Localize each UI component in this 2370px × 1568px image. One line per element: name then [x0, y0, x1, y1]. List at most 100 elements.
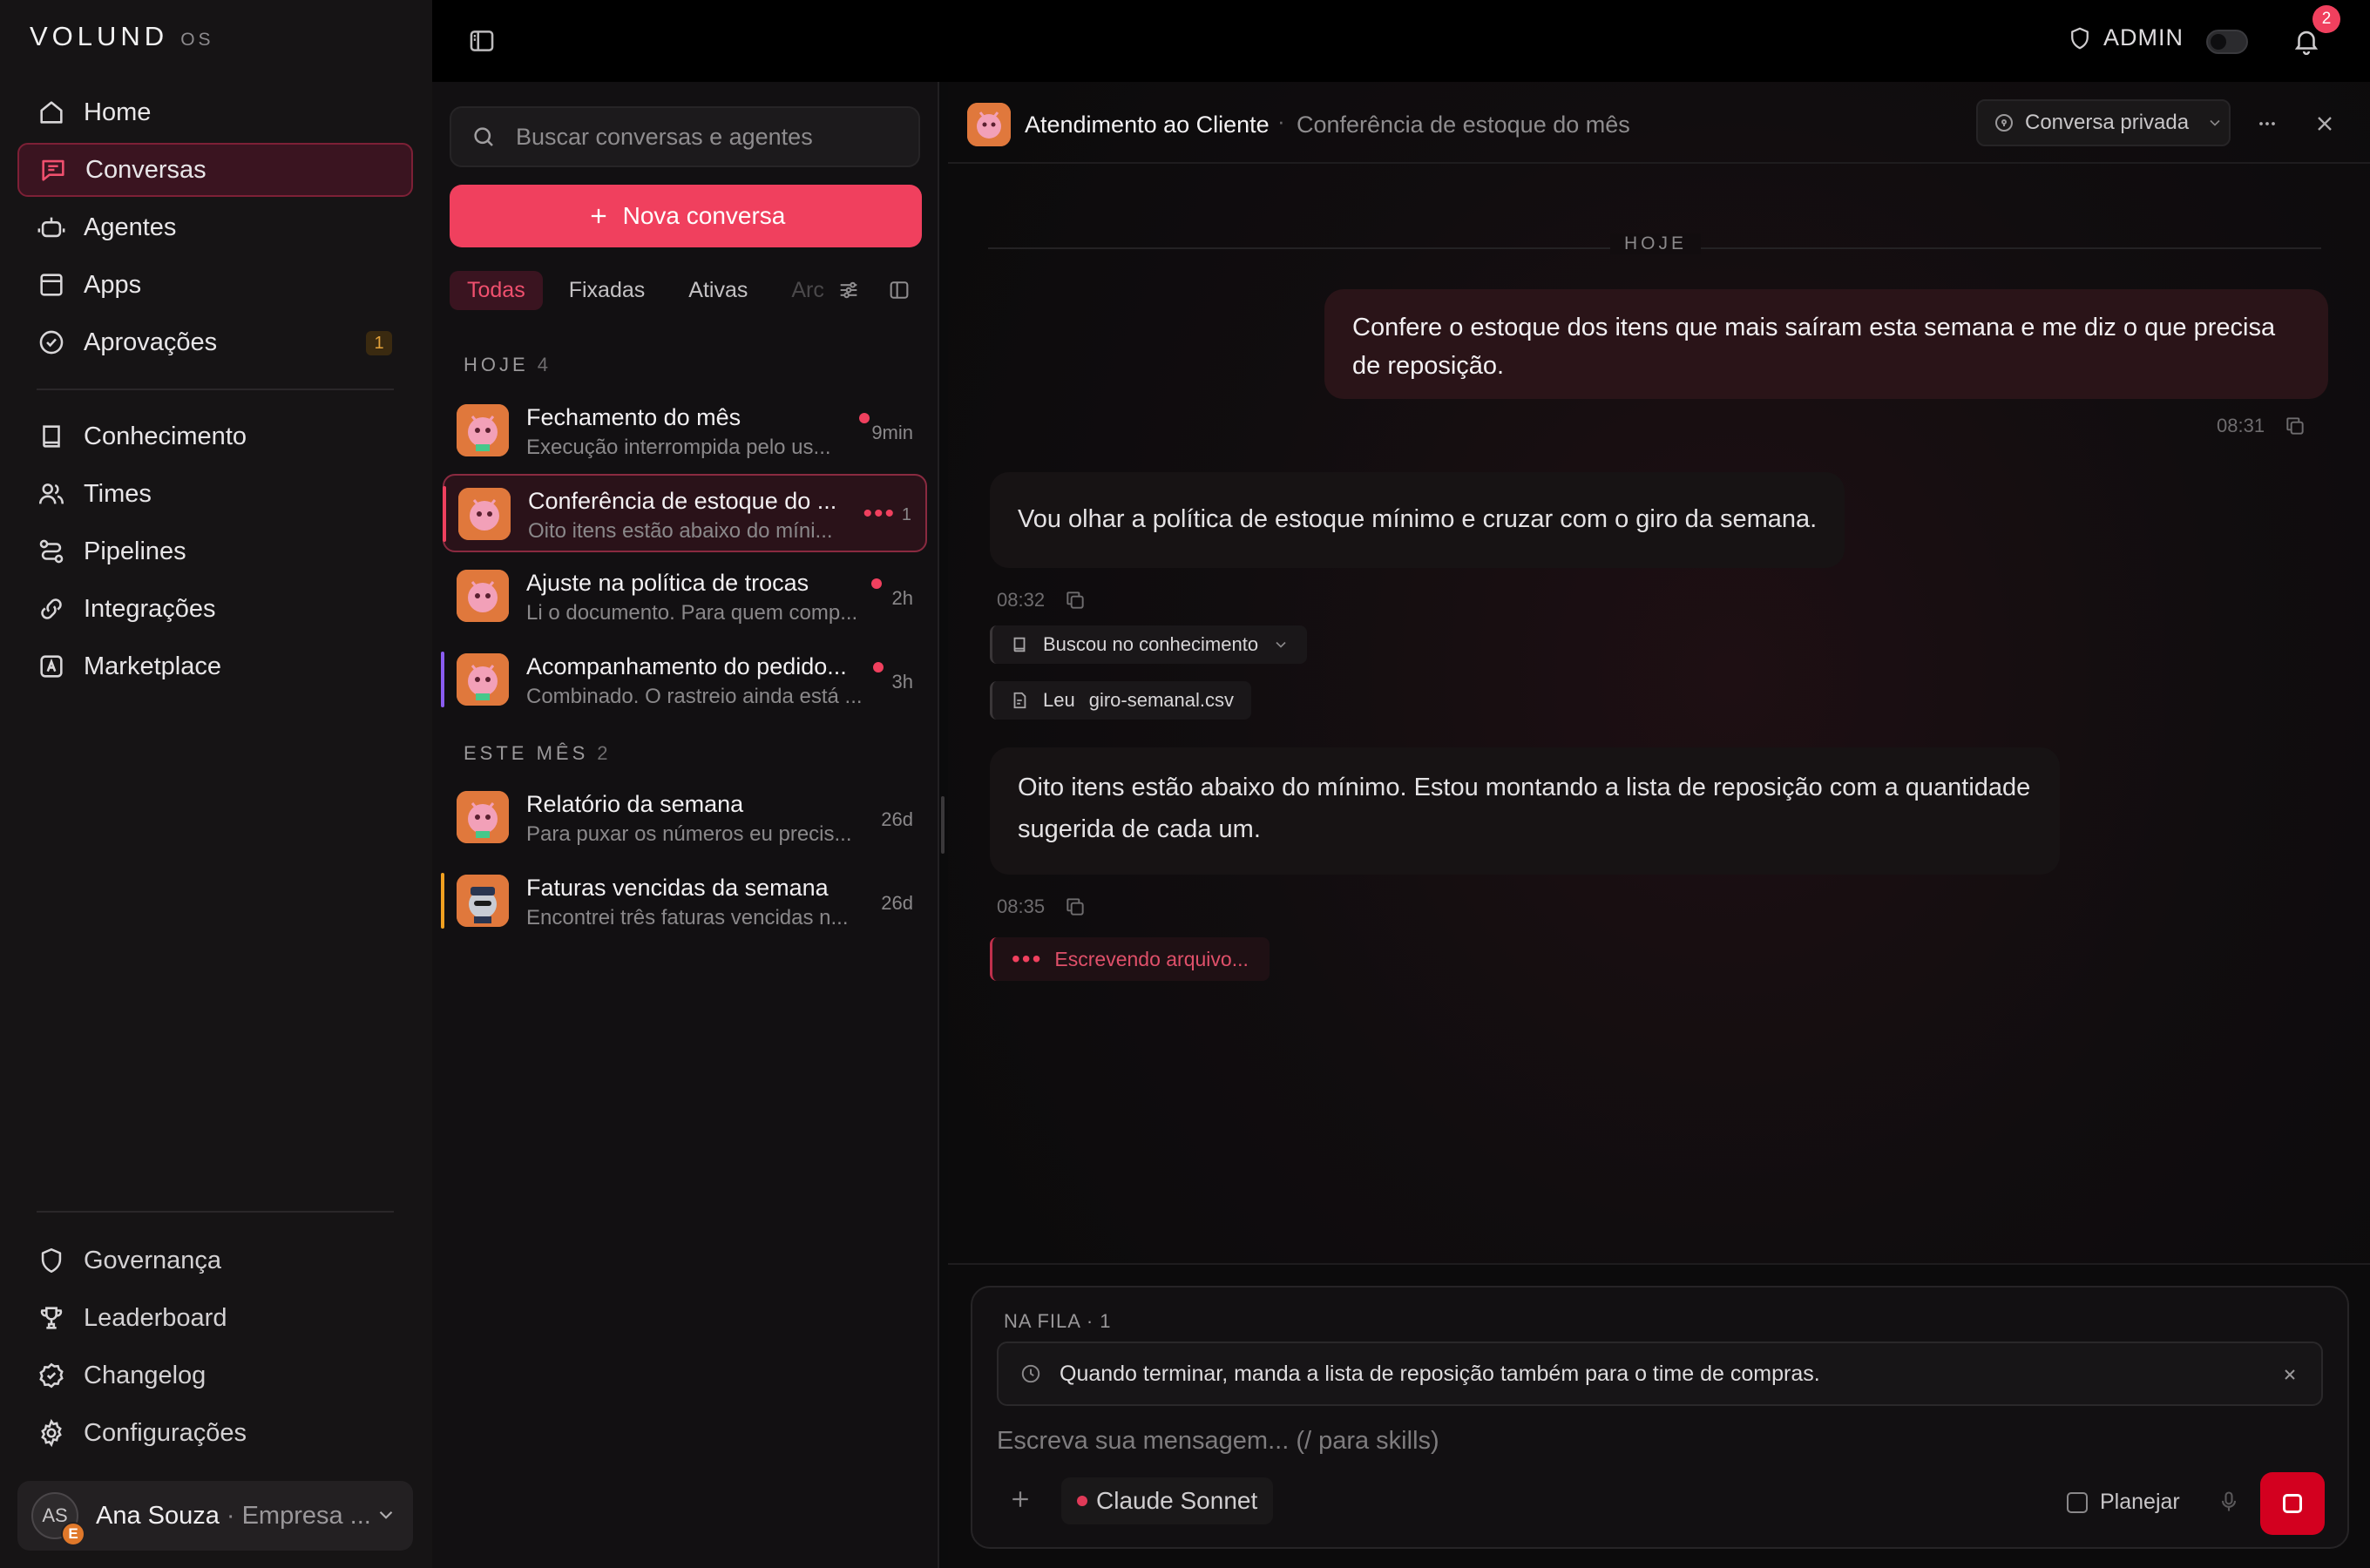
conversation-title: Relatório da semana: [526, 791, 744, 817]
message-text: Oito itens estão abaixo do mínimo. Estou…: [1018, 774, 2031, 843]
more-options-icon[interactable]: [2255, 112, 2279, 136]
message-text: Vou olhar a política de estoque mínimo e…: [1018, 505, 1818, 533]
file-icon: [1010, 691, 1029, 710]
sidebar-item-label: Conhecimento: [84, 422, 247, 450]
tab-todas[interactable]: Todas: [450, 270, 543, 310]
main-nav: Home Conversas Agentes Apps Aprovações 1: [17, 85, 413, 373]
panel-icon[interactable]: [887, 278, 911, 302]
sidebar-item-label: Marketplace: [84, 652, 221, 680]
search-box[interactable]: [450, 106, 920, 167]
checkbox[interactable]: [2067, 1491, 2088, 1513]
check-circle-icon: [37, 328, 66, 357]
user-menu[interactable]: AS E Ana Souza · Empresa ...: [17, 1481, 413, 1551]
conversation-time: 26d: [881, 892, 913, 914]
sidebar-item-configuracoes[interactable]: Configurações: [17, 1406, 413, 1460]
panel-resize-handle[interactable]: [941, 796, 945, 854]
conversation-item[interactable]: Faturas vencidas da semana Encontrei trê…: [441, 862, 927, 941]
admin-indicator[interactable]: ADMIN: [2067, 24, 2184, 51]
conversation-item[interactable]: Acompanhamento do pedido... Combinado. O…: [441, 641, 927, 720]
sidebar-item-governanca[interactable]: Governança: [17, 1233, 413, 1288]
conversation-preview: Para puxar os números eu precis...: [526, 822, 852, 846]
sidebar-item-aprovacoes[interactable]: Aprovações 1: [17, 315, 413, 369]
users-icon: [37, 479, 66, 509]
avatar: AS E: [31, 1492, 85, 1546]
stop-button[interactable]: [2260, 1472, 2325, 1535]
tool-call-knowledge-search[interactable]: Buscou no conhecimento: [990, 625, 1308, 664]
sidebar-item-pipelines[interactable]: Pipelines: [17, 524, 413, 578]
conversation-item[interactable]: Fechamento do mês Execução interrompida …: [443, 392, 927, 470]
close-icon[interactable]: [2312, 112, 2337, 136]
message-time: 08:31: [2217, 415, 2265, 436]
conversation-accent-bar: [441, 873, 444, 929]
sidebar-item-label: Aprovações: [84, 328, 218, 356]
composer: NA FILA · 1 Quando terminar, manda a lis…: [971, 1286, 2349, 1549]
plus-icon[interactable]: [1007, 1486, 1033, 1512]
sidebar-item-label: Governança: [84, 1246, 221, 1274]
new-conversation-button[interactable]: Nova conversa: [450, 185, 922, 247]
queued-message[interactable]: Quando terminar, manda a lista de reposi…: [997, 1342, 2323, 1406]
admin-mode-toggle[interactable]: [2206, 30, 2248, 54]
tab-arquivadas[interactable]: Arc: [774, 271, 842, 310]
admin-label: ADMIN: [2103, 24, 2184, 51]
plan-checkbox[interactable]: Planejar: [2067, 1490, 2180, 1515]
agent-name[interactable]: Atendimento ao Cliente: [1025, 112, 1270, 139]
message-text: Confere o estoque dos itens que mais saí…: [1352, 314, 2276, 380]
logo[interactable]: VOLUND OS: [30, 21, 214, 51]
sidebar-item-conhecimento[interactable]: Conhecimento: [17, 409, 413, 463]
sidebar-item-conversas[interactable]: Conversas: [17, 143, 413, 197]
conversation-item[interactable]: Ajuste na política de trocas Li o docume…: [443, 558, 927, 636]
search-icon: [471, 124, 497, 150]
tool-call-file: giro-semanal.csv: [1088, 689, 1234, 711]
sidebar-item-agentes[interactable]: Agentes: [17, 200, 413, 254]
unread-dot: [873, 662, 884, 672]
section-label: HOJE: [464, 354, 529, 375]
sidebar-item-label: Configurações: [84, 1418, 247, 1447]
privacy-select[interactable]: Conversa privada: [1976, 99, 2231, 146]
model-label: Claude Sonnet: [1096, 1487, 1258, 1514]
tool-call-read-file[interactable]: Leu giro-semanal.csv: [990, 681, 1251, 720]
section-header-this-month: ESTE MÊS 2: [464, 742, 608, 765]
plus-icon: [586, 204, 611, 228]
copy-icon[interactable]: [1064, 896, 1087, 918]
remove-queued-icon[interactable]: [2279, 1364, 2300, 1385]
badge-check-icon: [37, 1361, 66, 1390]
conversation-title: Ajuste na política de trocas: [526, 570, 809, 596]
queue-label: NA FILA · 1: [1004, 1310, 1112, 1332]
chevron-down-icon: [1272, 636, 1290, 653]
sidebar-item-label: Pipelines: [84, 537, 186, 565]
sidebar-item-changelog[interactable]: Changelog: [17, 1348, 413, 1402]
sidebar-item-integracoes[interactable]: Integrações: [17, 582, 413, 636]
org-badge: E: [61, 1522, 85, 1546]
copy-icon[interactable]: [2284, 415, 2306, 437]
message-input[interactable]: [997, 1427, 2217, 1465]
microphone-icon[interactable]: [2217, 1490, 2241, 1514]
unread-dot: [871, 578, 882, 589]
section-count: 2: [597, 742, 608, 764]
search-input[interactable]: [516, 123, 899, 151]
bell-icon[interactable]: [2292, 26, 2321, 56]
sidebar-item-apps[interactable]: Apps: [17, 258, 413, 312]
sidebar-item-label: Leaderboard: [84, 1303, 227, 1332]
sidebar-item-times[interactable]: Times: [17, 467, 413, 521]
copy-icon[interactable]: [1064, 589, 1087, 612]
user-company: Empresa ...: [241, 1501, 371, 1530]
sliders-icon[interactable]: [836, 278, 861, 302]
apps-icon: [37, 270, 66, 300]
sidebar-item-home[interactable]: Home: [17, 85, 413, 139]
model-selector[interactable]: Claude Sonnet: [1061, 1477, 1274, 1524]
sidebar-item-label: Home: [84, 98, 152, 126]
tab-fixadas[interactable]: Fixadas: [552, 271, 663, 310]
unread-dot: [859, 413, 870, 423]
conversation-time: 26d: [881, 808, 913, 830]
sidebar-item-marketplace[interactable]: Marketplace: [17, 639, 413, 693]
conversation-item-selected[interactable]: Conferência de estoque do ... Oito itens…: [443, 474, 927, 552]
sidebar-item-leaderboard[interactable]: Leaderboard: [17, 1291, 413, 1345]
tab-ativas[interactable]: Ativas: [671, 271, 765, 310]
link-icon: [37, 594, 66, 624]
conversation-item[interactable]: Relatório da semana Para puxar os número…: [443, 779, 927, 857]
chevron-down-icon: [375, 1504, 397, 1526]
message-time: 08:35: [997, 896, 1046, 917]
writing-dots: •••: [1012, 945, 1043, 972]
user-separator: ·: [226, 1501, 235, 1530]
sidebar-toggle-icon[interactable]: [467, 26, 497, 56]
